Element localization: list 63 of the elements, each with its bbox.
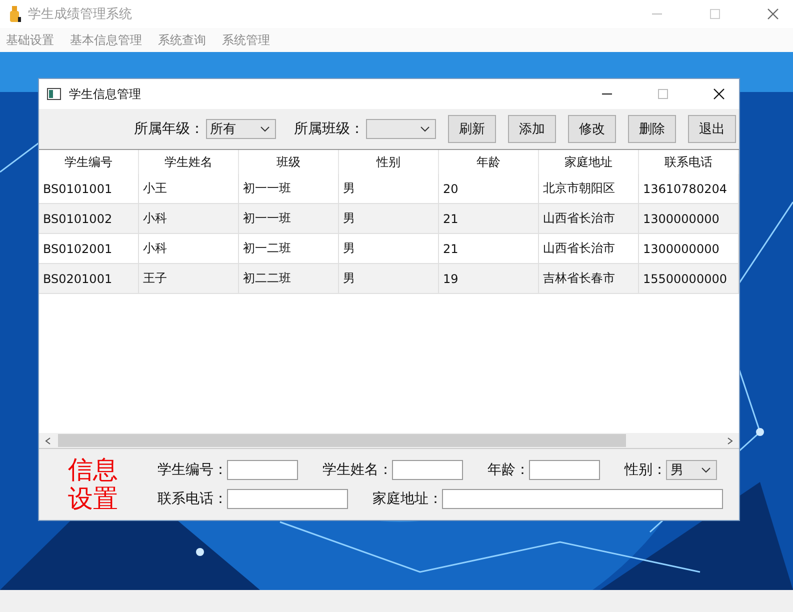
field-label: 联系电话： bbox=[157, 490, 228, 508]
table-cell: 小科 bbox=[139, 204, 239, 234]
table-cell: 13610780204 bbox=[639, 174, 739, 204]
field-label: 家庭地址： bbox=[372, 490, 442, 508]
table-cell: 21 bbox=[439, 234, 539, 264]
table-cell: 男 bbox=[339, 234, 439, 264]
scrollbar[interactable] bbox=[39, 433, 739, 448]
field-label: 性别： bbox=[624, 461, 666, 479]
table-cell: 男 bbox=[339, 264, 439, 294]
filter-label: 所属班级： bbox=[294, 120, 364, 138]
table-cell: BS0102001 bbox=[39, 234, 139, 264]
field-label: 年龄： bbox=[487, 461, 530, 479]
table-cell: 男 bbox=[339, 204, 439, 234]
table-cell: 19 bbox=[439, 264, 539, 294]
window-title: 学生成绩管理系统 bbox=[28, 6, 132, 23]
table-cell: 山西省长治市 bbox=[539, 204, 639, 234]
close-icon[interactable] bbox=[713, 88, 725, 100]
table-cell: 初一一班 bbox=[239, 174, 339, 204]
toolbar-button[interactable]: 删除 bbox=[628, 115, 676, 143]
filter-label: 所属年级： bbox=[134, 120, 204, 138]
table-cell: BS0201001 bbox=[39, 264, 139, 294]
table-cell: 小科 bbox=[139, 234, 239, 264]
chevron-down-icon bbox=[701, 467, 712, 473]
bottle-icon bbox=[8, 5, 22, 23]
field-label: 学生姓名： bbox=[322, 461, 392, 479]
maximize-icon[interactable] bbox=[657, 88, 669, 100]
table-cell: 男 bbox=[339, 174, 439, 204]
input-field[interactable] bbox=[227, 460, 298, 480]
chevron-down-icon bbox=[260, 126, 270, 132]
table-cell: BS0101002 bbox=[39, 204, 139, 234]
maximize-icon[interactable] bbox=[709, 8, 721, 20]
table-cell: 21 bbox=[439, 204, 539, 234]
chevron-down-icon bbox=[420, 126, 430, 132]
table-cell: 15500000000 bbox=[639, 264, 739, 294]
table-cell: 吉林省长春市 bbox=[539, 264, 639, 294]
toolbar-button[interactable]: 刷新 bbox=[448, 115, 496, 143]
table-cell: 初一一班 bbox=[239, 204, 339, 234]
window-icon bbox=[47, 88, 61, 100]
table-cell: 1300000000 bbox=[639, 204, 739, 234]
table-cell: 小王 bbox=[139, 174, 239, 204]
dropdown[interactable]: 男 bbox=[666, 460, 718, 480]
dialog-title: 学生信息管理 bbox=[69, 86, 141, 102]
form-heading: 信息设置 bbox=[68, 456, 119, 514]
input-field[interactable] bbox=[392, 460, 464, 480]
table-cell: 北京市朝阳区 bbox=[539, 174, 639, 204]
toolbar-button[interactable]: 退出 bbox=[688, 115, 736, 143]
dropdown[interactable]: 所有 bbox=[206, 119, 276, 139]
table-cell: 山西省长治市 bbox=[539, 234, 639, 264]
chevron-left-icon[interactable] bbox=[44, 436, 52, 444]
table-cell: 初二二班 bbox=[239, 264, 339, 294]
table-cell: 初一二班 bbox=[239, 234, 339, 264]
toolbar-button[interactable]: 修改 bbox=[568, 115, 616, 143]
field-label: 学生编号： bbox=[157, 461, 228, 479]
table-cell: 20 bbox=[439, 174, 539, 204]
input-field[interactable] bbox=[442, 489, 724, 509]
input-field[interactable] bbox=[227, 489, 348, 509]
input-field[interactable] bbox=[529, 460, 600, 480]
toolbar-button[interactable]: 添加 bbox=[508, 115, 556, 143]
chevron-right-icon[interactable] bbox=[726, 436, 734, 444]
table-cell: 王子 bbox=[139, 264, 239, 294]
table-cell: BS0101001 bbox=[39, 174, 139, 204]
dropdown[interactable] bbox=[366, 119, 436, 139]
table-cell: 1300000000 bbox=[639, 234, 739, 264]
